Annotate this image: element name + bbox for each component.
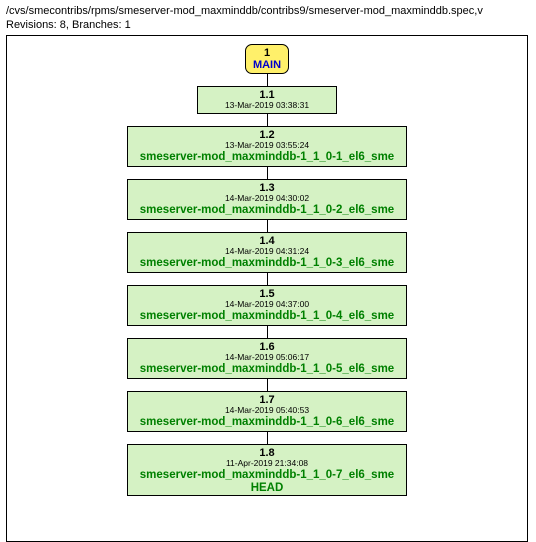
- rev-node-1-7[interactable]: 1.7 14-Mar-2019 05:40:53 smeserver-mod_m…: [127, 391, 407, 432]
- rev-node-1-3[interactable]: 1.3 14-Mar-2019 04:30:02 smeserver-mod_m…: [127, 179, 407, 220]
- rev-date: 14-Mar-2019 04:30:02: [132, 194, 402, 204]
- rev-node-1-1[interactable]: 1.1 13-Mar-2019 03:38:31: [197, 86, 337, 114]
- rev-date: 11-Apr-2019 21:34:08: [132, 459, 402, 469]
- revision-graph: 1 MAIN 1.1 13-Mar-2019 03:38:31 1.2 13-M…: [6, 35, 528, 542]
- rev-node-1-2[interactable]: 1.2 13-Mar-2019 03:55:24 smeserver-mod_m…: [127, 126, 407, 167]
- rev-date: 14-Mar-2019 04:37:00: [132, 300, 402, 310]
- rev-tag: smeserver-mod_maxminddb-1_1_0-7_el6_sme: [132, 469, 402, 482]
- branch-name: MAIN: [250, 59, 284, 72]
- rev-tag: smeserver-mod_maxminddb-1_1_0-2_el6_sme: [132, 204, 402, 217]
- file-path: /cvs/smecontribs/rpms/smeserver-mod_maxm…: [6, 4, 530, 18]
- rev-tag: smeserver-mod_maxminddb-1_1_0-1_el6_sme: [132, 151, 402, 164]
- branch-number: 1: [250, 47, 284, 60]
- rev-date: 14-Mar-2019 04:31:24: [132, 247, 402, 257]
- rev-date: 14-Mar-2019 05:06:17: [132, 353, 402, 363]
- rev-node-1-4[interactable]: 1.4 14-Mar-2019 04:31:24 smeserver-mod_m…: [127, 232, 407, 273]
- connector: [267, 114, 268, 126]
- header: /cvs/smecontribs/rpms/smeserver-mod_maxm…: [0, 0, 536, 35]
- revisions-summary: Revisions: 8, Branches: 1: [6, 18, 530, 32]
- rev-date: 13-Mar-2019 03:55:24: [132, 141, 402, 151]
- rev-date: 14-Mar-2019 05:40:53: [132, 406, 402, 416]
- rev-node-1-8[interactable]: 1.8 11-Apr-2019 21:34:08 smeserver-mod_m…: [127, 444, 407, 496]
- connector: [267, 74, 268, 86]
- rev-date: 13-Mar-2019 03:38:31: [202, 101, 332, 111]
- rev-node-1-5[interactable]: 1.5 14-Mar-2019 04:37:00 smeserver-mod_m…: [127, 285, 407, 326]
- rev-node-1-6[interactable]: 1.6 14-Mar-2019 05:06:17 smeserver-mod_m…: [127, 338, 407, 379]
- branch-node-main[interactable]: 1 MAIN: [245, 44, 289, 74]
- connector: [267, 220, 268, 232]
- connector: [267, 167, 268, 179]
- rev-tag: smeserver-mod_maxminddb-1_1_0-3_el6_sme: [132, 257, 402, 270]
- rev-tag: smeserver-mod_maxminddb-1_1_0-6_el6_sme: [132, 416, 402, 429]
- connector: [267, 326, 268, 338]
- rev-tag: smeserver-mod_maxminddb-1_1_0-4_el6_sme: [132, 310, 402, 323]
- connector: [267, 379, 268, 391]
- rev-head-tag: HEAD: [132, 482, 402, 495]
- connector: [267, 432, 268, 444]
- rev-tag: smeserver-mod_maxminddb-1_1_0-5_el6_sme: [132, 363, 402, 376]
- connector: [267, 273, 268, 285]
